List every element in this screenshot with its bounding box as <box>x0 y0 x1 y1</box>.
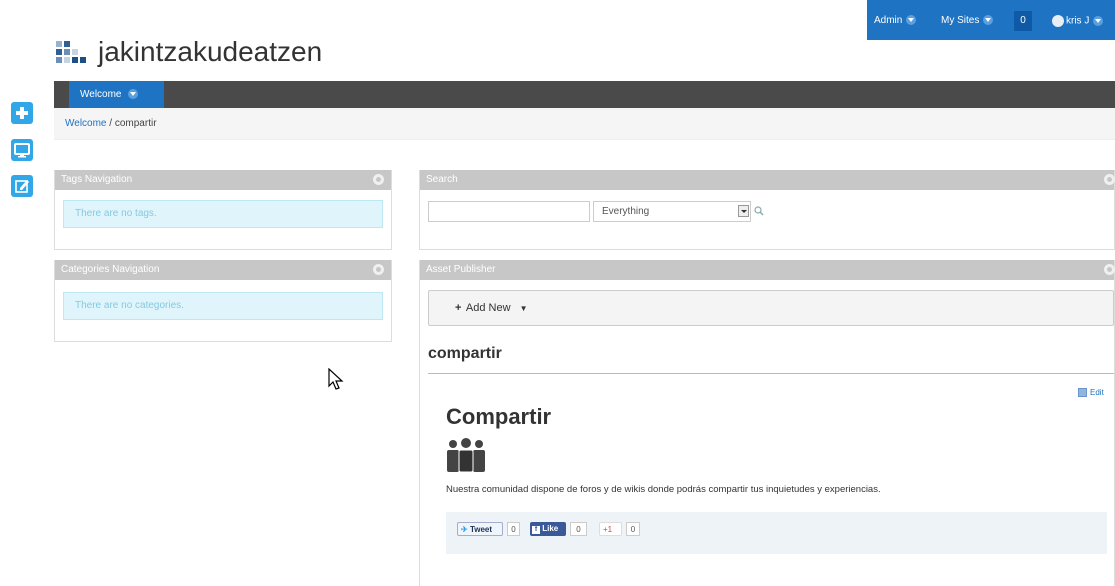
portlet-title: Search <box>420 170 1114 190</box>
site-logo[interactable] <box>54 38 90 66</box>
gear-icon[interactable] <box>1104 264 1115 275</box>
edit-link[interactable]: Edit <box>1078 388 1104 398</box>
categories-empty-message: There are no categories. <box>63 292 383 320</box>
portlet-title: Categories Navigation <box>55 260 391 280</box>
content-title: Compartir <box>446 404 552 429</box>
chevron-down-icon <box>127 89 138 100</box>
chevron-down-icon <box>738 205 749 217</box>
avatar <box>1052 15 1064 27</box>
search-icon[interactable] <box>754 206 764 216</box>
tags-navigation-portlet: Tags Navigation There are no tags. <box>54 170 392 250</box>
monitor-icon <box>14 143 30 158</box>
search-scope-value: Everything <box>602 206 650 217</box>
categories-navigation-portlet: Categories Navigation There are no categ… <box>54 260 392 342</box>
add-new-button[interactable]: + Add New ▼ <box>428 290 1114 326</box>
tags-empty-message: There are no tags. <box>63 200 383 228</box>
notifications-count[interactable]: 0 <box>1014 11 1032 31</box>
asset-title: compartir <box>428 345 502 362</box>
my-sites-menu[interactable]: My Sites <box>941 15 994 27</box>
main-navigation: Welcome <box>54 81 1115 108</box>
user-menu[interactable]: kris J <box>1052 15 1104 28</box>
admin-menu[interactable]: Admin <box>874 15 917 27</box>
facebook-icon: f <box>532 526 540 534</box>
mouse-cursor-icon <box>328 368 344 390</box>
portlet-title: Asset Publisher <box>420 260 1114 280</box>
tweet-label: Tweet <box>469 525 493 534</box>
edit-label: Edit <box>1090 388 1104 397</box>
gear-icon[interactable] <box>1104 174 1115 185</box>
gear-icon[interactable] <box>373 174 384 185</box>
portlet-title: Tags Navigation <box>55 170 391 190</box>
like-label: Like <box>542 524 559 533</box>
google-plus-button[interactable]: +1 <box>599 522 622 536</box>
add-icon <box>16 107 28 119</box>
site-name[interactable]: jakintzakudeatzen <box>98 34 322 70</box>
caret-down-icon: ▼ <box>519 304 528 313</box>
google-plus-count: 0 <box>626 522 640 536</box>
search-scope-select[interactable]: Everything <box>593 201 751 222</box>
chevron-down-icon <box>906 15 917 26</box>
gear-icon[interactable] <box>373 264 384 275</box>
divider <box>428 373 1114 374</box>
add-new-label: Add New <box>465 302 511 314</box>
like-count: 0 <box>570 522 587 536</box>
preview-button[interactable] <box>11 139 33 161</box>
edit-controls-button[interactable] <box>11 175 33 197</box>
breadcrumb-link-welcome[interactable]: Welcome <box>65 118 107 129</box>
nav-item-label: Welcome <box>80 89 122 100</box>
my-sites-label: My Sites <box>941 15 980 26</box>
share-bar: ✈ Tweet 0 f Like 0 +1 0 <box>446 512 1107 554</box>
edit-icon <box>1078 388 1087 398</box>
twitter-icon: ✈ <box>461 525 468 534</box>
tweet-button[interactable]: ✈ Tweet <box>457 522 503 536</box>
nav-item-welcome[interactable]: Welcome <box>69 81 164 108</box>
chevron-down-icon <box>983 15 994 26</box>
people-icon <box>447 438 485 472</box>
breadcrumb: Welcome / compartir <box>54 108 1115 140</box>
edit-icon <box>15 180 29 193</box>
facebook-like-button[interactable]: f Like <box>530 522 566 536</box>
google-plus-label: +1 <box>603 525 613 534</box>
user-name: kris J <box>1066 15 1090 27</box>
breadcrumb-separator: / <box>109 118 113 129</box>
plus-icon: + <box>455 302 462 314</box>
breadcrumb-current: compartir <box>114 118 157 129</box>
tweet-count: 0 <box>507 522 520 536</box>
admin-label: Admin <box>874 15 903 26</box>
add-button[interactable] <box>11 102 33 124</box>
content-text: Nuestra comunidad dispone de foros y de … <box>446 484 881 495</box>
chevron-down-icon <box>1093 16 1104 26</box>
search-input[interactable] <box>428 201 590 222</box>
dockbar: Admin My Sites 0 kris J <box>867 0 1115 40</box>
